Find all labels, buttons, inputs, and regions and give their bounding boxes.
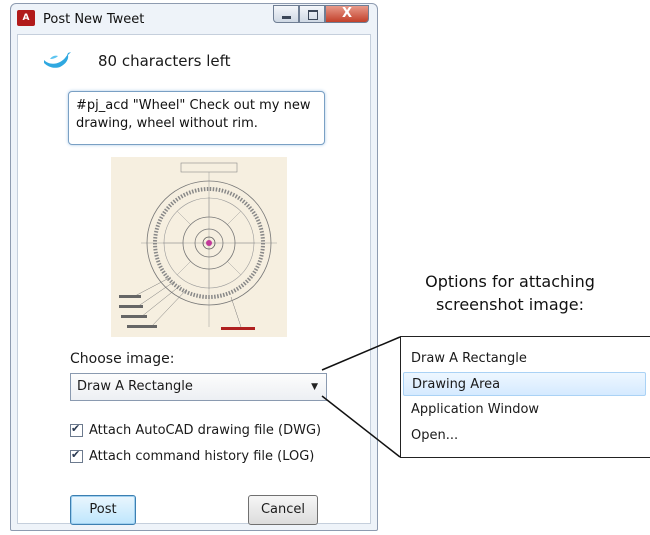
twitter-bird-icon [44,52,71,68]
chevron-down-icon: ▼ [311,382,318,392]
attach-dwg-checkbox[interactable] [70,422,83,437]
attach-dwg-label: Attach AutoCAD drawing file (DWG) [89,423,322,438]
drawing-thumbnail [111,157,287,337]
dropdown-options-callout: Draw A Rectangle Drawing Area Applicatio… [400,336,650,458]
option-open[interactable]: Open... [403,424,646,448]
option-application-window[interactable]: Application Window [403,398,646,422]
window-title: Post New Tweet [43,12,145,27]
annotation-line-1: Options for attaching [425,272,595,291]
window-controls: X [273,5,369,25]
attach-dwg-row[interactable]: Attach AutoCAD drawing file (DWG) [70,422,322,438]
minimize-icon[interactable] [273,5,299,23]
post-button[interactable]: Post [70,495,136,525]
tweet-textarea[interactable]: #pj_acd "Wheel" Check out my new drawing… [68,91,325,145]
attach-log-label: Attach command history file (LOG) [89,449,315,464]
dialog-body: 80 characters left #pj_acd "Wheel" Check… [17,34,371,525]
attach-log-row[interactable]: Attach command history file (LOG) [70,448,315,464]
close-icon[interactable]: X [325,5,369,23]
options-annotation: Options for attaching screenshot image: [405,270,615,316]
attach-log-checkbox[interactable] [70,448,83,463]
maximize-icon[interactable] [299,5,325,23]
choose-image-label: Choose image: [70,351,175,367]
title-bar: A Post New Tweet X [11,4,377,34]
annotation-line-2: screenshot image: [435,295,585,314]
autocad-app-icon: A [17,10,35,26]
option-drawing-area[interactable]: Drawing Area [403,372,646,396]
option-draw-rectangle[interactable]: Draw A Rectangle [403,347,646,371]
characters-left-counter: 80 characters left [98,52,231,70]
cancel-button[interactable]: Cancel [248,495,318,525]
wheel-drawing-image [111,157,287,337]
selected-option: Draw A Rectangle [77,379,193,394]
choose-image-dropdown[interactable]: Draw A Rectangle ▼ [70,373,327,401]
post-tweet-dialog: A Post New Tweet X 80 characters left #p… [10,3,378,531]
